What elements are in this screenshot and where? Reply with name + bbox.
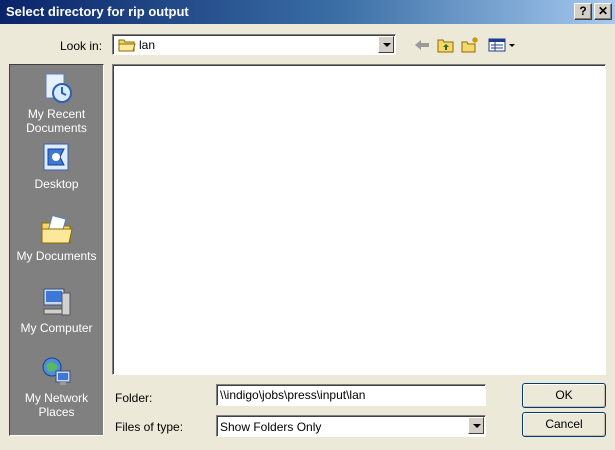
folder-path-input[interactable]: \\indigo\jobs\press\input\lan	[216, 384, 486, 406]
place-my-network-places[interactable]: My Network Places	[10, 355, 103, 419]
files-of-type-value: Show Folders Only	[220, 420, 322, 434]
help-button[interactable]: ?	[574, 3, 592, 20]
file-list-view[interactable]	[112, 64, 606, 375]
place-my-computer[interactable]: My Computer	[10, 285, 103, 335]
place-my-documents[interactable]: My Documents	[10, 213, 103, 263]
back-arrow-icon[interactable]	[412, 36, 432, 54]
my-computer-icon	[43, 288, 70, 316]
files-of-type-label: Files of type:	[115, 420, 184, 434]
folder-icon	[118, 39, 136, 52]
window-title: Select directory for rip output	[6, 4, 189, 19]
place-label: My Computer	[20, 321, 93, 335]
recent-documents-icon	[45, 73, 72, 103]
place-label: Documents	[26, 121, 87, 135]
cancel-button[interactable]: Cancel	[522, 412, 606, 437]
places-bar: My Recent Documents Desktop My Documents…	[9, 64, 104, 436]
my-documents-icon	[41, 214, 73, 244]
chevron-down-icon[interactable]	[468, 417, 484, 434]
network-places-icon	[42, 357, 70, 385]
up-folder-icon[interactable]	[436, 36, 456, 54]
ok-button[interactable]: OK	[522, 383, 606, 408]
place-label: Places	[38, 405, 75, 419]
place-label: Desktop	[34, 177, 79, 191]
chevron-down-icon[interactable]	[378, 36, 394, 53]
folder-label: Folder:	[115, 391, 153, 405]
desktop-icon	[43, 143, 68, 171]
place-my-recent-documents[interactable]: My Recent Documents	[10, 71, 103, 135]
look-in-label: Look in:	[60, 39, 103, 53]
place-label: My Recent	[27, 107, 86, 121]
place-label: My Network	[24, 391, 89, 405]
place-label: My Documents	[16, 249, 97, 263]
close-button[interactable]: ✕	[594, 3, 612, 20]
look-in-value: lan	[139, 38, 156, 52]
look-in-dropdown[interactable]: lan	[112, 34, 396, 55]
place-desktop[interactable]: Desktop	[10, 141, 103, 191]
title-bar: Select directory for rip output ? ✕	[0, 0, 615, 24]
view-menu-icon[interactable]	[487, 36, 517, 54]
new-folder-icon[interactable]	[460, 36, 480, 54]
files-of-type-dropdown[interactable]: Show Folders Only	[216, 415, 486, 437]
